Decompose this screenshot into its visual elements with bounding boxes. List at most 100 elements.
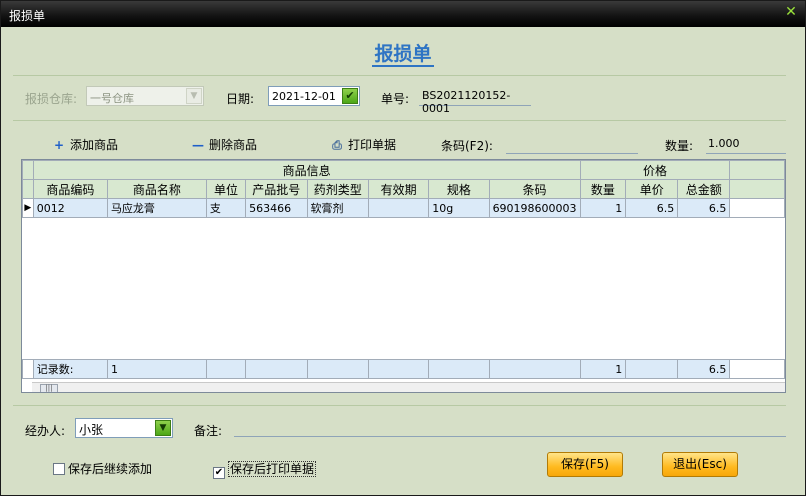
group-header-row: 商品信息 价格 bbox=[22, 160, 785, 180]
divider bbox=[13, 75, 786, 76]
footer-indicator bbox=[22, 359, 34, 379]
print-button[interactable]: ⎙ 打印单据 bbox=[331, 136, 396, 153]
print-after-save-label: 保存后打印单据 bbox=[228, 461, 317, 477]
printer-icon: ⎙ bbox=[332, 138, 342, 152]
scroll-thumb[interactable]: ||| bbox=[40, 384, 58, 392]
column-header-code[interactable]: 商品编码 bbox=[32, 179, 108, 199]
column-header-barcode[interactable]: 条码 bbox=[488, 179, 581, 199]
page-title: 报损单 bbox=[1, 39, 805, 67]
continue-add-label: 保存后继续添加 bbox=[68, 462, 153, 476]
table-row[interactable]: ▶ 0012 马应龙膏 支 563466 软膏剂 10g 69019860000… bbox=[22, 198, 785, 218]
delete-product-label: 删除商品 bbox=[209, 138, 258, 152]
cell-qty[interactable]: 1 bbox=[579, 198, 627, 218]
footer-qty-sum: 1 bbox=[579, 359, 627, 379]
column-header-name[interactable]: 商品名称 bbox=[106, 179, 207, 199]
row-indicator-header bbox=[22, 179, 34, 199]
horizontal-scrollbar[interactable]: ||| bbox=[32, 382, 785, 392]
barcode-label: 条码(F2): bbox=[441, 139, 493, 153]
cell-batch[interactable]: 563466 bbox=[245, 198, 308, 218]
add-product-button[interactable]: + 添加商品 bbox=[53, 136, 118, 153]
cell-spec[interactable]: 10g bbox=[428, 198, 490, 218]
footer-cell bbox=[306, 359, 369, 379]
warehouse-select[interactable]: 一号仓库 ▼ bbox=[86, 86, 204, 106]
handler-value: 小张 bbox=[79, 423, 104, 437]
minus-icon: — bbox=[192, 138, 204, 152]
footer-cell bbox=[488, 359, 581, 379]
page-title-text: 报损单 bbox=[372, 43, 434, 67]
cell-type[interactable]: 软膏剂 bbox=[306, 198, 369, 218]
column-header-spec[interactable]: 规格 bbox=[428, 179, 490, 199]
empty-area bbox=[23, 218, 785, 360]
handler-label: 经办人: bbox=[25, 424, 66, 438]
cell-barcode[interactable]: 690198600003 bbox=[488, 198, 581, 218]
row-indicator-header bbox=[22, 160, 34, 180]
remark-input[interactable] bbox=[234, 417, 786, 437]
order-no-value: BS2021120152-0001 bbox=[422, 89, 511, 115]
checkbox-box[interactable] bbox=[53, 463, 65, 475]
cell-unit[interactable]: 支 bbox=[205, 198, 247, 218]
footer-cell bbox=[428, 359, 490, 379]
order-no-label: 单号: bbox=[381, 92, 410, 106]
group-header-price: 价格 bbox=[579, 160, 731, 180]
order-no-field: BS2021120152-0001 bbox=[419, 86, 531, 115]
divider bbox=[13, 120, 786, 121]
qty-value: 1.000 bbox=[708, 137, 740, 150]
column-header-batch[interactable]: 产品批号 bbox=[245, 179, 308, 199]
footer-filler bbox=[729, 359, 785, 379]
plus-icon: + bbox=[53, 138, 65, 152]
handler-select[interactable]: 小张 ▼ bbox=[75, 418, 173, 438]
cell-expiry[interactable] bbox=[367, 198, 430, 218]
column-header-type[interactable]: 药剂类型 bbox=[306, 179, 369, 199]
title-bar: 报损单 ✕ bbox=[1, 1, 805, 27]
close-icon[interactable]: ✕ bbox=[783, 4, 799, 20]
footer-cell bbox=[245, 359, 308, 379]
dialog-window: 报损单 ✕ 报损单 报损仓库: 一号仓库 ▼ 日期: 2021-12-01 ✔ … bbox=[0, 0, 806, 496]
divider bbox=[13, 405, 786, 406]
add-product-label: 添加商品 bbox=[70, 138, 119, 152]
cell-total[interactable]: 6.5 bbox=[677, 198, 731, 218]
continue-add-checkbox[interactable]: 保存后继续添加 bbox=[53, 460, 152, 477]
warehouse-value: 一号仓库 bbox=[90, 92, 134, 105]
column-header-qty[interactable]: 数量 bbox=[579, 179, 627, 199]
footer-cell bbox=[367, 359, 430, 379]
window-title: 报损单 bbox=[9, 9, 46, 23]
print-label: 打印单据 bbox=[348, 138, 397, 152]
qty-label: 数量: bbox=[665, 139, 694, 153]
cell-name[interactable]: 马应龙膏 bbox=[106, 198, 207, 218]
date-value: 2021-12-01 bbox=[272, 90, 336, 103]
save-button[interactable]: 保存(F5) bbox=[547, 452, 623, 477]
exit-button[interactable]: 退出(Esc) bbox=[662, 452, 738, 477]
barcode-input[interactable] bbox=[506, 134, 638, 154]
print-after-save-checkbox[interactable]: ✔ 保存后打印单据 bbox=[213, 460, 317, 479]
header-filler bbox=[729, 160, 785, 180]
chevron-down-icon: ▼ bbox=[155, 420, 171, 436]
footer-label: 记录数: bbox=[32, 359, 108, 379]
remark-label: 备注: bbox=[194, 424, 223, 438]
current-row-icon: ▶ bbox=[22, 198, 34, 218]
row-filler bbox=[729, 198, 785, 218]
empty-cell bbox=[23, 218, 785, 360]
date-label: 日期: bbox=[226, 92, 255, 106]
cell-code[interactable]: 0012 bbox=[32, 198, 108, 218]
product-table: 商品信息 价格 商品编码 商品名称 单位 产品批号 药剂类型 有效期 规格 条码… bbox=[22, 160, 785, 379]
delete-product-button[interactable]: — 删除商品 bbox=[192, 136, 257, 153]
cell-price[interactable]: 6.5 bbox=[625, 198, 679, 218]
chevron-down-icon: ▼ bbox=[186, 88, 202, 104]
group-header-info: 商品信息 bbox=[32, 160, 581, 180]
footer-count: 1 bbox=[106, 359, 207, 379]
column-header-unit[interactable]: 单位 bbox=[205, 179, 247, 199]
checkmark-icon[interactable]: ✔ bbox=[213, 467, 225, 479]
column-header-price[interactable]: 单价 bbox=[625, 179, 679, 199]
header-filler bbox=[729, 179, 785, 199]
date-picker[interactable]: 2021-12-01 ✔ bbox=[268, 86, 360, 106]
column-header-total[interactable]: 总金额 bbox=[677, 179, 731, 199]
footer-total-sum: 6.5 bbox=[677, 359, 731, 379]
product-grid[interactable]: 商品信息 价格 商品编码 商品名称 单位 产品批号 药剂类型 有效期 规格 条码… bbox=[21, 159, 786, 393]
footer-cell bbox=[625, 359, 679, 379]
qty-input[interactable]: 1.000 bbox=[706, 134, 786, 154]
footer-row: 记录数: 1 1 6.5 bbox=[22, 359, 785, 379]
warehouse-label: 报损仓库: bbox=[25, 92, 78, 106]
column-header-expiry[interactable]: 有效期 bbox=[367, 179, 430, 199]
footer-cell bbox=[205, 359, 247, 379]
chevron-down-icon: ✔ bbox=[342, 88, 358, 104]
